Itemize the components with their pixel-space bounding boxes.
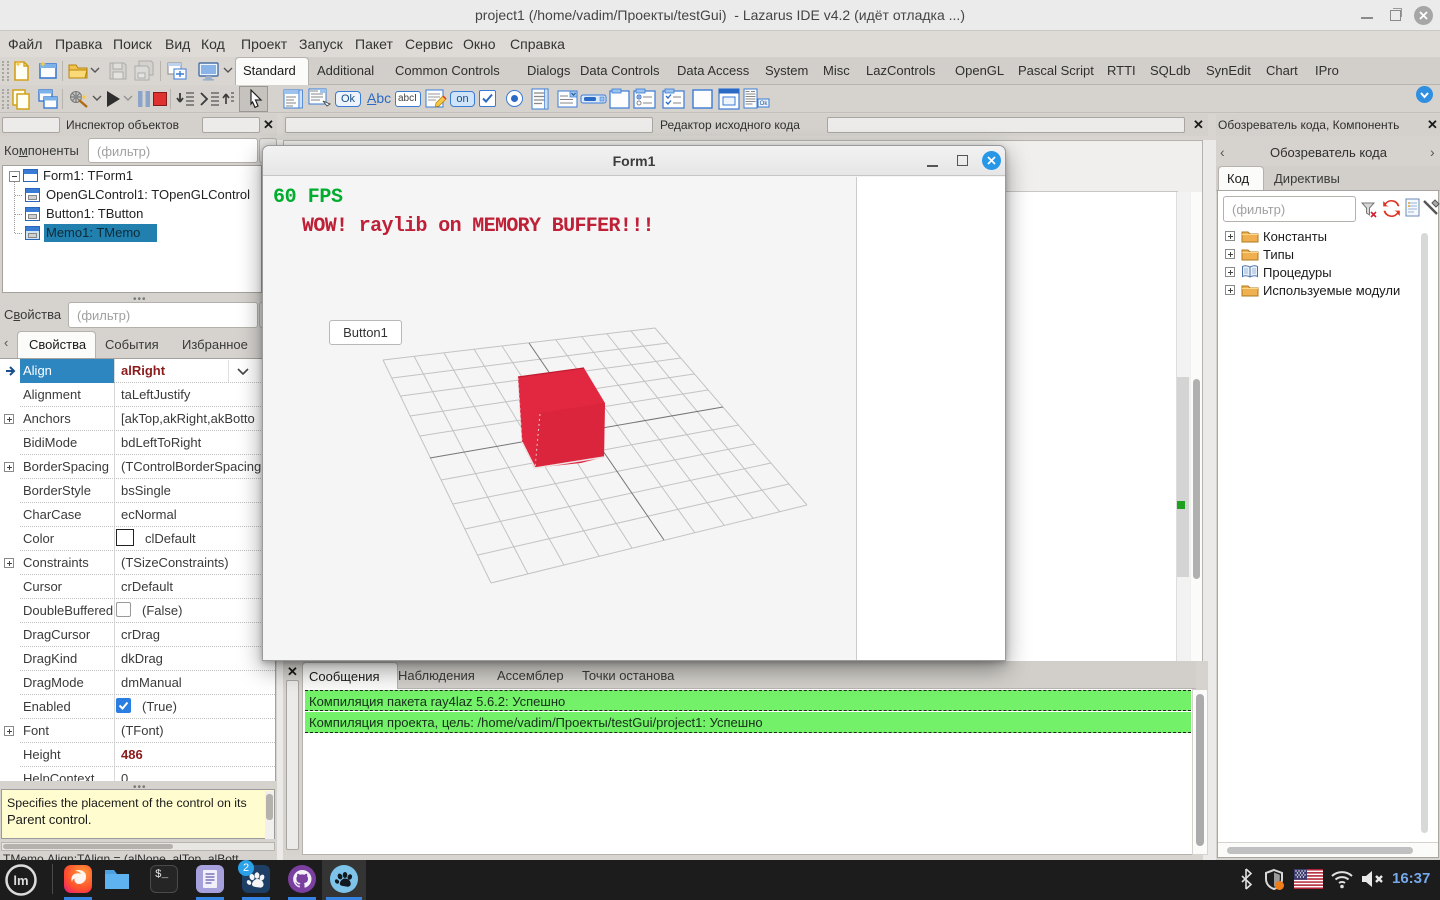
svg-text:lm: lm bbox=[13, 873, 28, 888]
svg-text:Ok: Ok bbox=[760, 101, 769, 107]
